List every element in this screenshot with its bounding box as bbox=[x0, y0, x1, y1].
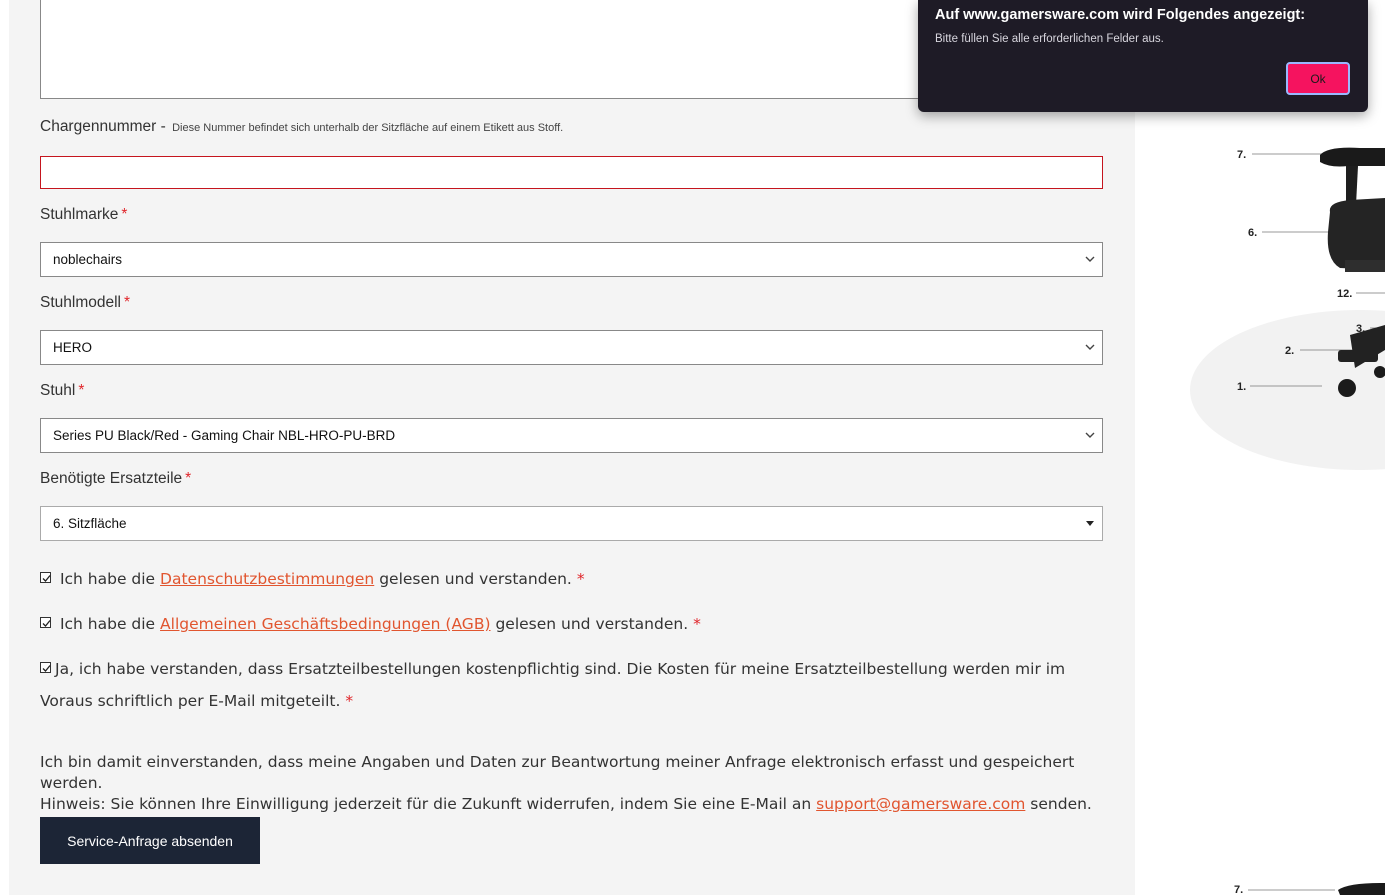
service-form-panel: Chargennummer - Diese Nummer befindet si… bbox=[9, 0, 1135, 895]
part-label: 3. bbox=[1356, 323, 1365, 335]
privacy-text-before: Ich habe die bbox=[59, 570, 156, 588]
caster-shape bbox=[1338, 379, 1356, 397]
terms-text-before: Ich habe die bbox=[59, 615, 156, 633]
chair-parts-diagram: 7. 6. 12. 3. 2. 1. bbox=[1190, 147, 1385, 470]
base-arm-shape bbox=[1338, 350, 1378, 362]
privacy-policy-link[interactable]: Datenschutzbestimmungen bbox=[160, 570, 374, 588]
brand-select-value: noblechairs bbox=[53, 252, 123, 267]
costs-text: Ja, ich habe verstanden, dass Ersatzteil… bbox=[40, 660, 1066, 710]
consent-line-1: Ich bin damit einverstanden, dass meine … bbox=[40, 753, 1075, 792]
charge-number-hint: Diese Nummer befindet sich unterhalb der… bbox=[172, 122, 564, 134]
checkmark-icon bbox=[42, 665, 51, 672]
privacy-text-after: gelesen und verstanden. bbox=[379, 570, 572, 588]
part-label: 6. bbox=[1248, 227, 1257, 239]
submit-button[interactable]: Service-Anfrage absenden bbox=[40, 817, 260, 864]
part-label: 12. bbox=[1337, 288, 1352, 300]
required-marker: * bbox=[345, 692, 354, 710]
terms-checkbox-row: Ich habe die Allgemeinen Geschäftsbeding… bbox=[40, 608, 1100, 640]
armrest-post-shape bbox=[1346, 166, 1358, 205]
consent-line-2: Hinweis: Sie können Ihre Einwilligung je… bbox=[40, 794, 1120, 815]
ok-button[interactable]: Ok bbox=[1286, 62, 1350, 95]
chevron-down-icon bbox=[1085, 344, 1095, 350]
required-marker: * bbox=[185, 470, 192, 487]
model-label: Stuhlmodell * bbox=[40, 294, 130, 312]
model-label-text: Stuhlmodell bbox=[40, 294, 121, 311]
chair-label-text: Stuhl bbox=[40, 382, 76, 399]
parts-select-value: 6. Sitzfläche bbox=[53, 516, 127, 531]
part-label: 1. bbox=[1237, 381, 1246, 393]
model-select[interactable]: HERO bbox=[40, 330, 1103, 365]
armrest-shape bbox=[1320, 147, 1385, 167]
chair-parts-diagram-2: 7. bbox=[1234, 883, 1385, 895]
chevron-down-icon bbox=[1085, 256, 1095, 262]
part-label: 2. bbox=[1285, 345, 1294, 357]
consent-line-2-before: Hinweis: Sie können Ihre Einwilligung je… bbox=[40, 795, 812, 813]
model-select-value: HERO bbox=[53, 340, 93, 355]
chair-label: Stuhl * bbox=[40, 382, 84, 400]
required-marker: * bbox=[124, 294, 131, 311]
checkmark-icon bbox=[42, 620, 51, 627]
parts-label: Benötigte Ersatzteile * bbox=[40, 470, 191, 488]
required-marker: * bbox=[576, 570, 585, 588]
support-email-link[interactable]: support@gamersware.com bbox=[816, 795, 1025, 813]
armrest-shape bbox=[1338, 883, 1385, 895]
dialog-title: Auf www.gamersware.com wird Folgendes an… bbox=[935, 7, 1306, 23]
dialog-message: Bitte füllen Sie alle erforderlichen Fel… bbox=[935, 33, 1164, 45]
required-marker: * bbox=[78, 382, 85, 399]
part-label: 7. bbox=[1234, 884, 1243, 895]
charge-number-input[interactable] bbox=[40, 156, 1103, 189]
seat-shape bbox=[1327, 198, 1385, 270]
privacy-checkbox-row: Ich habe die Datenschutzbestimmungen gel… bbox=[40, 563, 1100, 595]
caret-down-icon bbox=[1086, 521, 1094, 526]
costs-checkbox-row: Ja, ich habe verstanden, dass Ersatzteil… bbox=[40, 653, 1100, 717]
parts-label-text: Benötigte Ersatzteile bbox=[40, 470, 183, 487]
consent-line-2-after: senden. bbox=[1030, 795, 1092, 813]
brand-select[interactable]: noblechairs bbox=[40, 242, 1103, 277]
part-label: 7. bbox=[1237, 149, 1246, 161]
chair-select[interactable]: Series PU Black/Red - Gaming Chair NBL-H… bbox=[40, 418, 1103, 453]
consent-text: Ich bin damit einverstanden, dass meine … bbox=[40, 752, 1120, 815]
brand-label-text: Stuhlmarke bbox=[40, 206, 119, 223]
terms-checkbox[interactable] bbox=[40, 617, 51, 628]
charge-number-label: Chargennummer - Diese Nummer befindet si… bbox=[40, 118, 563, 136]
terms-link[interactable]: Allgemeinen Geschäftsbedingungen (AGB) bbox=[160, 615, 490, 633]
chair-select-value: Series PU Black/Red - Gaming Chair NBL-H… bbox=[53, 428, 396, 443]
required-marker: * bbox=[693, 615, 701, 633]
checkmark-icon bbox=[42, 575, 51, 582]
brand-label: Stuhlmarke * bbox=[40, 206, 127, 224]
terms-text-after: gelesen und verstanden. bbox=[495, 615, 689, 633]
chevron-down-icon bbox=[1085, 432, 1095, 438]
alert-dialog: Auf www.gamersware.com wird Folgendes an… bbox=[918, 0, 1368, 112]
required-marker: * bbox=[121, 206, 128, 223]
costs-checkbox[interactable] bbox=[40, 662, 51, 673]
charge-number-label-text: Chargennummer - bbox=[40, 118, 166, 135]
parts-select[interactable]: 6. Sitzfläche bbox=[40, 506, 1103, 541]
privacy-checkbox[interactable] bbox=[40, 572, 51, 583]
mechanism-shape bbox=[1345, 260, 1385, 272]
